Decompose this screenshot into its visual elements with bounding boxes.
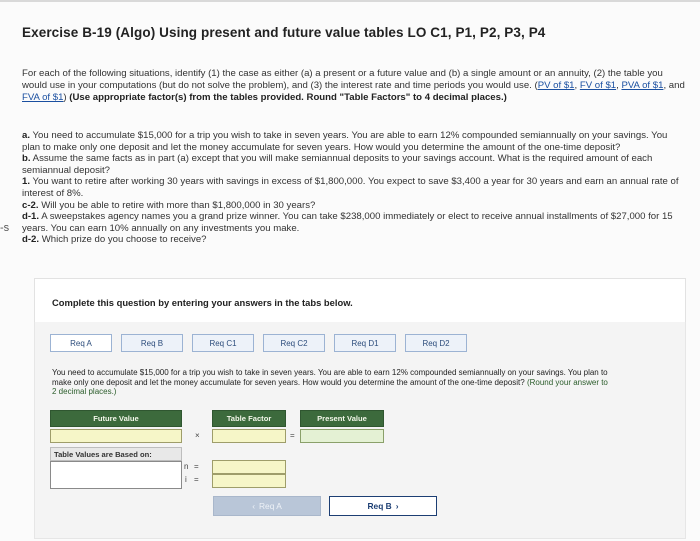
- part-d1: d-1. A sweepstakes agency names you a gr…: [22, 211, 688, 234]
- link-fva-of-1[interactable]: FVA of $1: [22, 92, 63, 103]
- prev-button-label: Req A: [258, 501, 282, 511]
- header-table-factor: Table Factor: [212, 410, 286, 427]
- part-d1-text: A sweepstakes agency names you a grand p…: [22, 211, 673, 234]
- table-factor-input[interactable]: [212, 429, 286, 443]
- tab-req-c1[interactable]: Req C1: [192, 334, 254, 352]
- top-divider: [0, 0, 700, 2]
- header-future-value: Future Value: [50, 410, 182, 427]
- link-pv-of-1[interactable]: PV of $1: [538, 80, 575, 91]
- part-d2-text: Which prize do you choose to receive?: [41, 234, 207, 246]
- i-equals-sign: =: [194, 475, 199, 484]
- part-c1: 1. You want to retire after working 30 y…: [22, 176, 688, 199]
- instructions: For each of the following situations, id…: [22, 68, 685, 103]
- exercise-title: Exercise B-19 (Algo) Using present and f…: [22, 25, 546, 40]
- chevron-right-icon: ›: [395, 501, 399, 511]
- next-button-label: Req B: [367, 501, 392, 511]
- part-d2-label: d-2.: [22, 234, 40, 246]
- part-b-label: b.: [22, 153, 31, 165]
- part-b-text: Assume the same facts as in part (a) exc…: [22, 153, 653, 176]
- header-present-value: Present Value: [300, 410, 384, 427]
- part-c2-label: c-2.: [22, 199, 39, 211]
- requirement-tabs: Req A Req B Req C1 Req C2 Req D1 Req D2: [50, 334, 467, 354]
- and-word: and: [668, 80, 685, 91]
- part-a-label: a.: [22, 130, 31, 141]
- left-edge-fragment: -s: [0, 222, 10, 234]
- next-req-button[interactable]: Req B ›: [329, 496, 437, 516]
- based-on-blank: [50, 461, 182, 489]
- future-value-input[interactable]: [50, 429, 182, 443]
- part-c2-text: Will you be able to retire with more tha…: [41, 199, 316, 211]
- n-equals-sign: =: [194, 462, 199, 471]
- link-fv-of-1[interactable]: FV of $1: [580, 80, 616, 91]
- situation-list: a. You need to accumulate $15,000 for a …: [22, 130, 688, 246]
- part-a: a. You need to accumulate $15,000 for a …: [22, 130, 688, 153]
- tab-req-d2[interactable]: Req D2: [405, 334, 467, 352]
- part-a-text: You need to accumulate $15,000 for a tri…: [22, 130, 668, 153]
- n-label: n: [184, 462, 189, 471]
- card-instruction: Complete this question by entering your …: [52, 297, 353, 308]
- question-text: You need to accumulate $15,000 for a tri…: [52, 368, 608, 387]
- part-c2: c-2. Will you be able to retire with mor…: [22, 200, 688, 212]
- part-c1-label: 1.: [22, 176, 31, 188]
- equals-sign: =: [290, 431, 295, 440]
- table-values-label: Table Values are Based on:: [50, 447, 182, 461]
- tab-req-c2[interactable]: Req C2: [263, 334, 325, 352]
- chevron-left-icon: ‹: [252, 501, 255, 511]
- tab-req-a[interactable]: Req A: [50, 334, 112, 352]
- part-d2: d-2. Which prize do you choose to receiv…: [22, 234, 688, 246]
- present-value-input[interactable]: [300, 429, 384, 443]
- prev-req-button[interactable]: ‹ Req A: [213, 496, 321, 516]
- link-pva-of-1[interactable]: PVA of $1: [621, 80, 663, 91]
- i-label: i: [185, 475, 187, 484]
- part-c1-text: You want to retire after working 30 year…: [22, 176, 679, 199]
- tab-req-b[interactable]: Req B: [121, 334, 183, 352]
- rounding-instruction: (Use appropriate factor(s) from the tabl…: [69, 92, 507, 103]
- multiply-sign: ×: [195, 431, 200, 440]
- tab-req-d1[interactable]: Req D1: [334, 334, 396, 352]
- interest-rate-input[interactable]: [212, 474, 286, 488]
- part-b: b. Assume the same facts as in part (a) …: [22, 153, 688, 176]
- part-d1-label: d-1.: [22, 211, 40, 223]
- n-periods-input[interactable]: [212, 460, 286, 474]
- requirement-question: You need to accumulate $15,000 for a tri…: [52, 368, 612, 397]
